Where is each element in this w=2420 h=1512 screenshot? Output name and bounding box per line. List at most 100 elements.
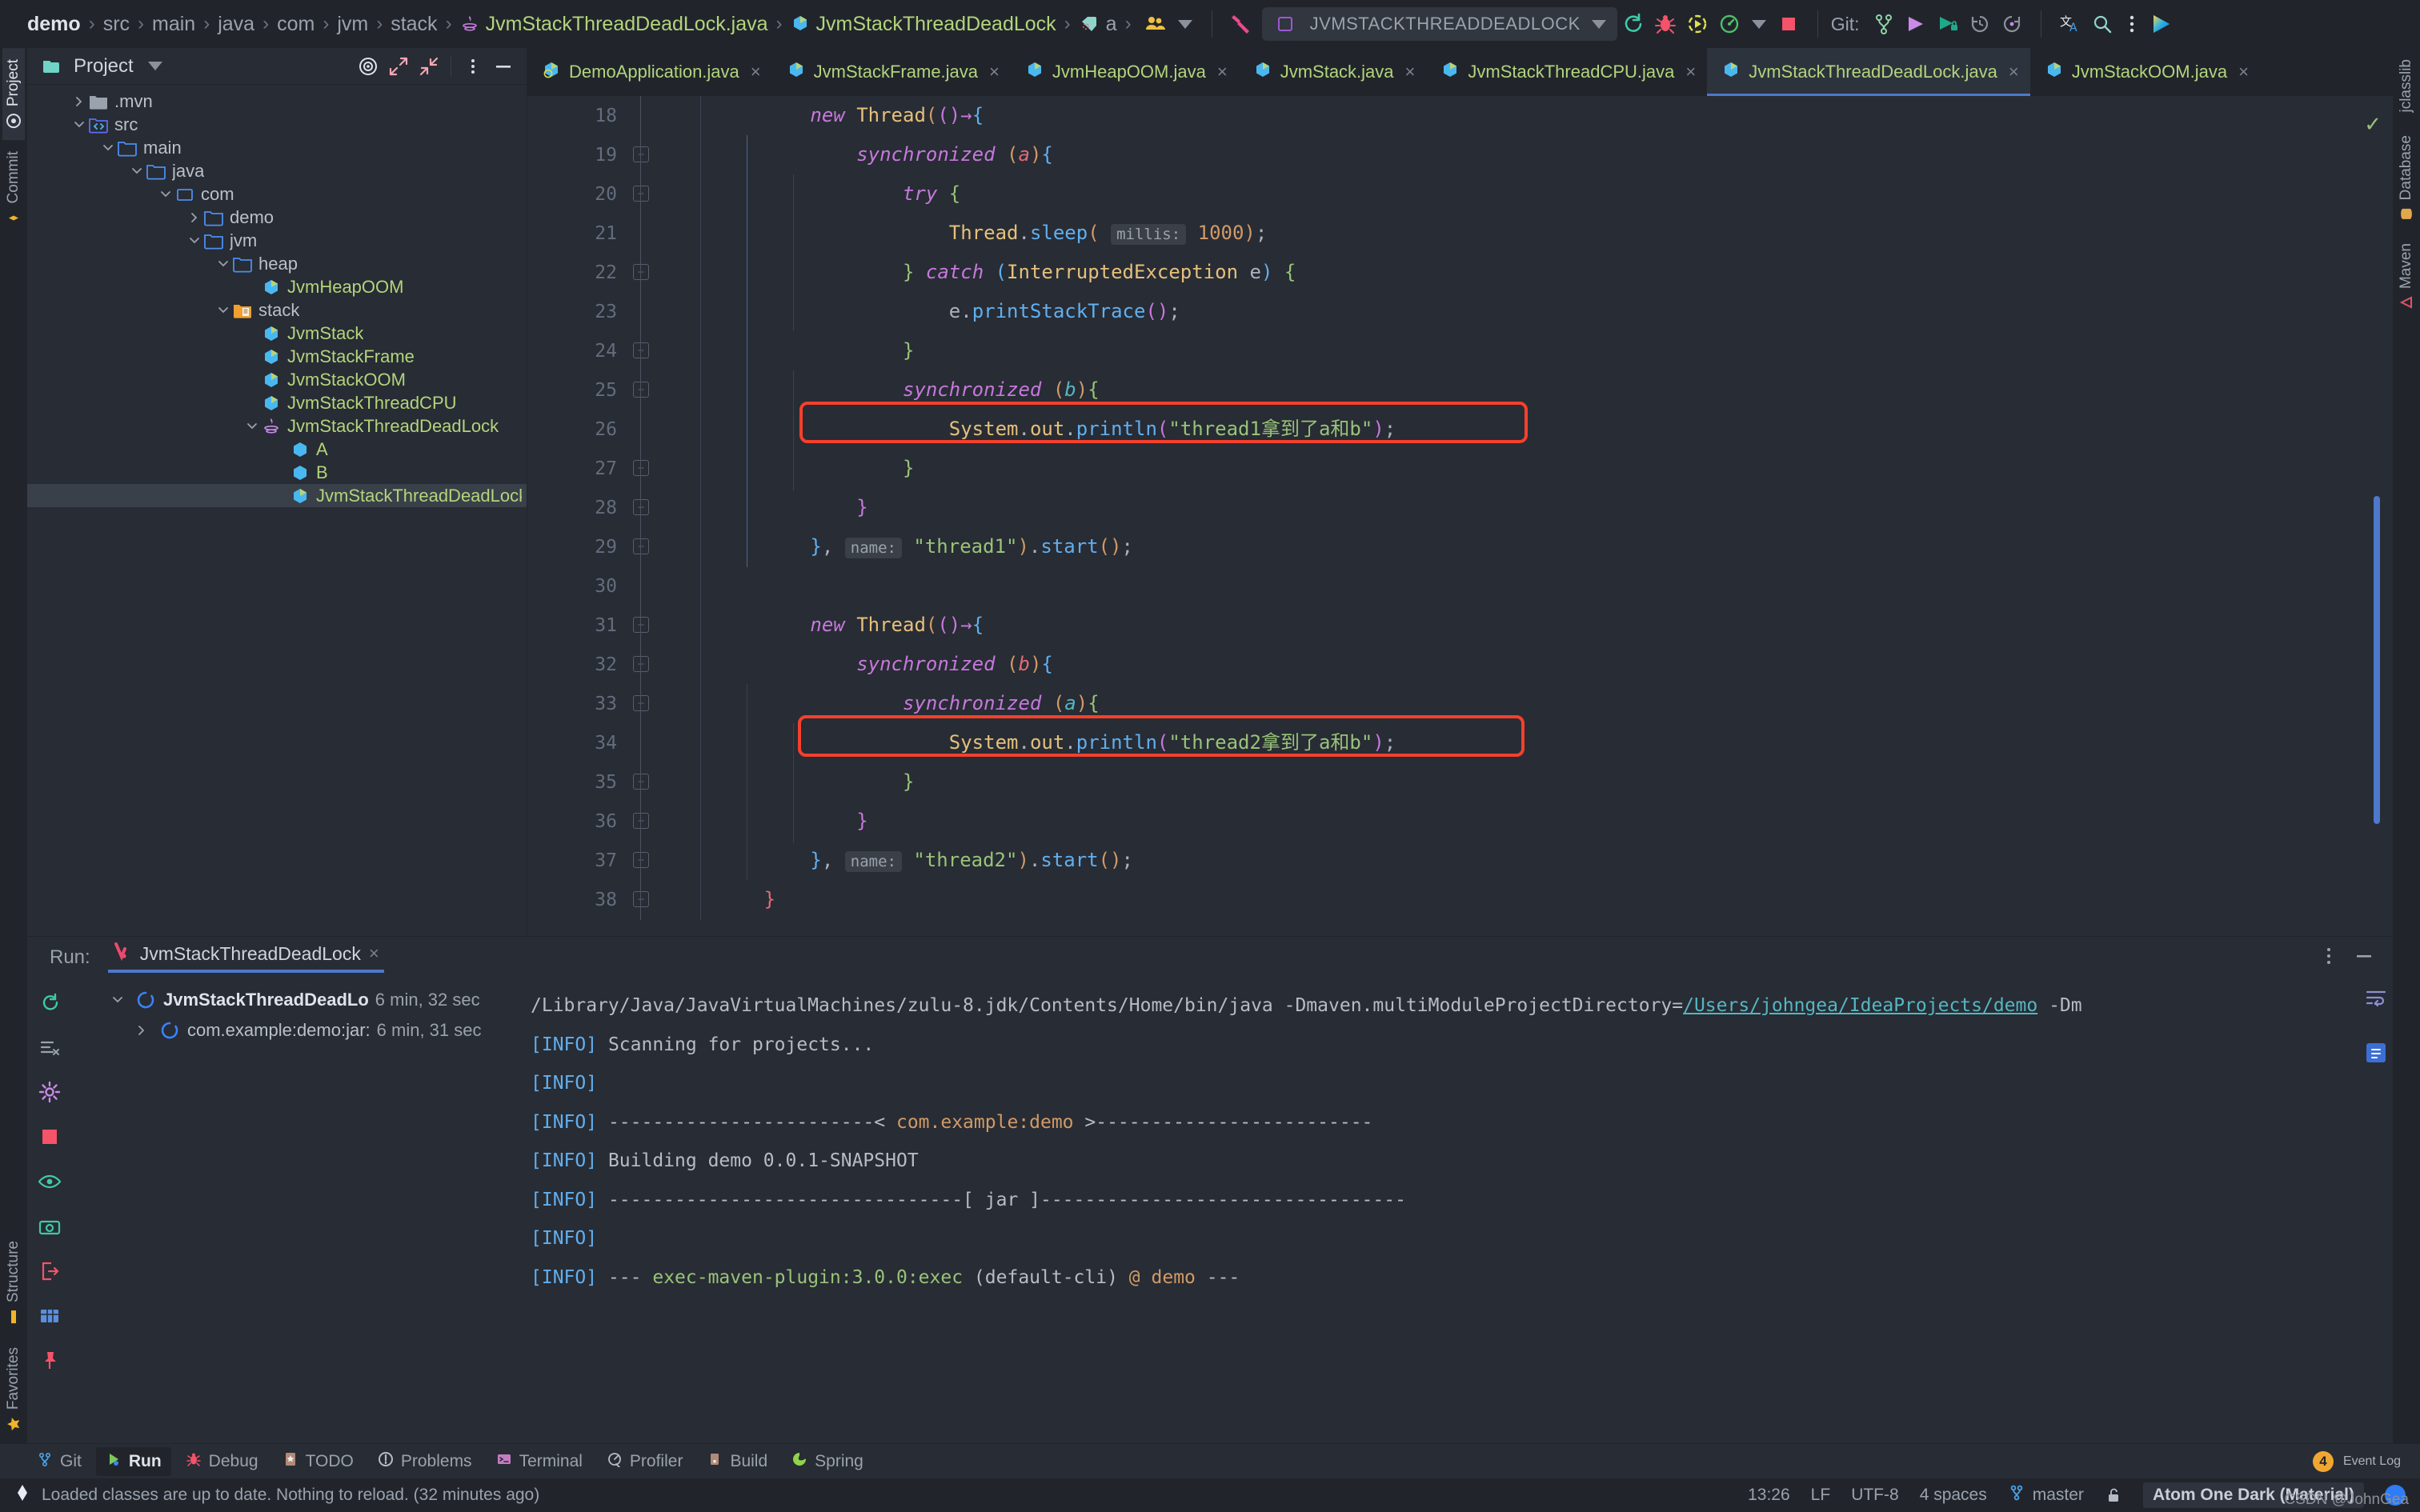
breadcrumb-item-field[interactable]: a [1079, 13, 1117, 36]
translate-icon[interactable]: 文A [2054, 8, 2086, 40]
locate-icon[interactable] [355, 53, 382, 80]
clear-all-icon[interactable] [34, 1031, 66, 1063]
camera-icon[interactable] [34, 1210, 66, 1242]
toolwindow-button-todo[interactable]: TODO [273, 1447, 363, 1476]
chevron-down-icon[interactable] [1745, 8, 1773, 40]
tree-node[interactable]: heap [27, 252, 527, 275]
code-line[interactable]: } [671, 880, 2346, 919]
chevron-down-icon[interactable] [157, 188, 174, 201]
more-vertical-icon[interactable] [2118, 8, 2146, 40]
toolwindow-button-spring[interactable]: Spring [782, 1447, 873, 1476]
code-line[interactable]: synchronized (a){ [671, 135, 2346, 174]
code-line[interactable]: }, name: "thread1").start(); [671, 527, 2346, 566]
editor-tab-bar[interactable]: DemoApplication.java × JvmStackFrame.java ×… [527, 48, 2393, 96]
breadcrumb-item-com[interactable]: com [277, 13, 315, 36]
breadcrumb-item-java[interactable]: java [218, 13, 254, 36]
console-output[interactable]: /Library/Java/JavaVirtualMachines/zulu-8… [524, 978, 2393, 1443]
soft-wrap-icon[interactable] [2364, 985, 2388, 1024]
sidebar-item-project[interactable]: Project [2, 48, 25, 141]
chevron-down-icon[interactable] [243, 420, 261, 433]
breadcrumb-item-demo[interactable]: demo [27, 13, 81, 36]
chevron-right-icon[interactable] [70, 95, 88, 108]
close-icon[interactable]: × [1217, 62, 1228, 82]
toolwindow-button-problems[interactable]: Problems [368, 1447, 482, 1476]
close-icon[interactable]: × [2238, 62, 2249, 82]
fold-marker[interactable]: − [633, 852, 649, 868]
chevron-down-icon[interactable] [99, 142, 117, 154]
close-icon[interactable]: × [1405, 62, 1416, 82]
editor-tab[interactable]: JvmStackThreadDeadLock.java × [1707, 48, 2031, 96]
breadcrumb-item-class[interactable]: JvmStackThreadDeadLock [791, 13, 1056, 36]
chevron-right-icon[interactable] [131, 1024, 152, 1037]
code-line[interactable]: } [671, 488, 2346, 527]
tree-node[interactable]: JvmStackOOM [27, 368, 527, 391]
code-line[interactable]: new Thread(()→{ [671, 96, 2346, 135]
chevron-down-icon[interactable] [186, 234, 203, 247]
code-line[interactable]: } catch (InterruptedException e) { [671, 253, 2346, 292]
status-encoding[interactable]: UTF-8 [1851, 1486, 1899, 1505]
code-line[interactable]: } [671, 802, 2346, 841]
run-tab-jvmstackthreaddeadlock[interactable]: JvmStackThreadDeadLock × [107, 941, 384, 974]
fold-marker[interactable]: − [633, 656, 649, 672]
rollback-icon[interactable] [1996, 8, 2028, 40]
editor-tab[interactable]: DemoApplication.java × [527, 48, 772, 96]
fold-marker[interactable]: − [633, 695, 649, 711]
code-line[interactable] [671, 566, 2346, 606]
chevron-down-icon[interactable] [1591, 19, 1606, 29]
code-line[interactable]: synchronized (b){ [671, 645, 2346, 684]
breadcrumb-item-jvm[interactable]: jvm [337, 13, 368, 36]
tree-node[interactable]: JvmStackFrame [27, 345, 527, 368]
pin-icon[interactable] [34, 1345, 66, 1377]
more-vertical-icon[interactable] [2319, 945, 2338, 971]
fold-marker[interactable]: − [633, 617, 649, 633]
run-tree-node[interactable]: JvmStackThreadDeadLo 6 min, 32 sec [72, 985, 524, 1015]
editor-tab[interactable]: JvmStackFrame.java × [772, 48, 1011, 96]
tool-window-bar[interactable]: Git Run Debug TODO Problems Terminal Profiler B… [0, 1443, 2420, 1478]
fold-marker[interactable]: − [633, 382, 649, 398]
run-tree[interactable]: JvmStackThreadDeadLo 6 min, 32 sec com.exa… [72, 978, 524, 1443]
sidebar-item-jclasslib[interactable]: jclasslib [2395, 48, 2418, 124]
breadcrumb-item-file[interactable]: JvmStackThreadDeadLock.java [460, 13, 768, 36]
tree-node[interactable]: JvmHeapOOM [27, 275, 527, 298]
toolwindow-button-debug[interactable]: Debug [176, 1447, 268, 1476]
toolwindow-button-git[interactable]: Git [27, 1447, 91, 1476]
editor-tab[interactable]: JvmStackOOM.java × [2030, 48, 2260, 96]
chevron-down-icon[interactable] [214, 258, 232, 270]
status-branch[interactable]: master [2008, 1484, 2084, 1506]
close-icon[interactable]: × [369, 943, 379, 964]
code-line[interactable]: } [671, 331, 2346, 370]
code-line[interactable]: System.out.println("thread2拿到了a和b"); [671, 723, 2346, 762]
breadcrumb-item-stack[interactable]: stack [391, 13, 437, 36]
tree-node[interactable]: JvmStackThreadDeadLock [27, 484, 527, 507]
debug-bug-icon[interactable] [1649, 8, 1681, 40]
eye-icon[interactable] [34, 1166, 66, 1198]
close-icon[interactable]: × [751, 62, 761, 82]
breadcrumb-item-main[interactable]: main [152, 13, 195, 36]
close-icon[interactable]: × [2009, 62, 2019, 82]
chevron-down-icon[interactable] [107, 994, 128, 1006]
people-icon[interactable] [1140, 8, 1172, 40]
event-log-area[interactable]: 4 Event Log [2312, 1450, 2420, 1472]
status-line-separator[interactable]: LF [1811, 1486, 1831, 1505]
code-line[interactable]: }, name: "thread2").start(); [671, 841, 2346, 880]
code-folding-gutter[interactable]: − − − − − − − − − − − − − − − [623, 96, 659, 936]
fold-marker[interactable]: − [633, 460, 649, 476]
git-branch-icon[interactable] [1868, 8, 1900, 40]
tree-node[interactable]: main [27, 136, 527, 159]
tree-node[interactable]: java [27, 159, 527, 182]
tree-node[interactable]: JvmStack [27, 322, 527, 345]
git-update-icon[interactable] [1900, 8, 1932, 40]
editor-scrollbar-thumb[interactable] [2374, 496, 2380, 824]
status-indent[interactable]: 4 spaces [1920, 1486, 1987, 1505]
settings-gear-icon[interactable] [34, 1076, 66, 1108]
hide-icon[interactable] [490, 53, 517, 80]
chevron-down-icon[interactable] [142, 53, 169, 80]
toolwindow-button-terminal[interactable]: Terminal [487, 1447, 592, 1476]
chevron-down-icon[interactable] [1172, 8, 1199, 40]
minimize-icon[interactable] [2353, 945, 2375, 971]
code-line[interactable]: e.printStackTrace(); [671, 292, 2346, 331]
profiler-icon[interactable] [1713, 8, 1745, 40]
toolwindow-button-run[interactable]: Run [95, 1446, 171, 1476]
project-tree[interactable]: .mvn src main java com demo jvm heap JvmHeapOOM s… [27, 85, 527, 936]
fold-marker[interactable]: − [633, 538, 649, 554]
